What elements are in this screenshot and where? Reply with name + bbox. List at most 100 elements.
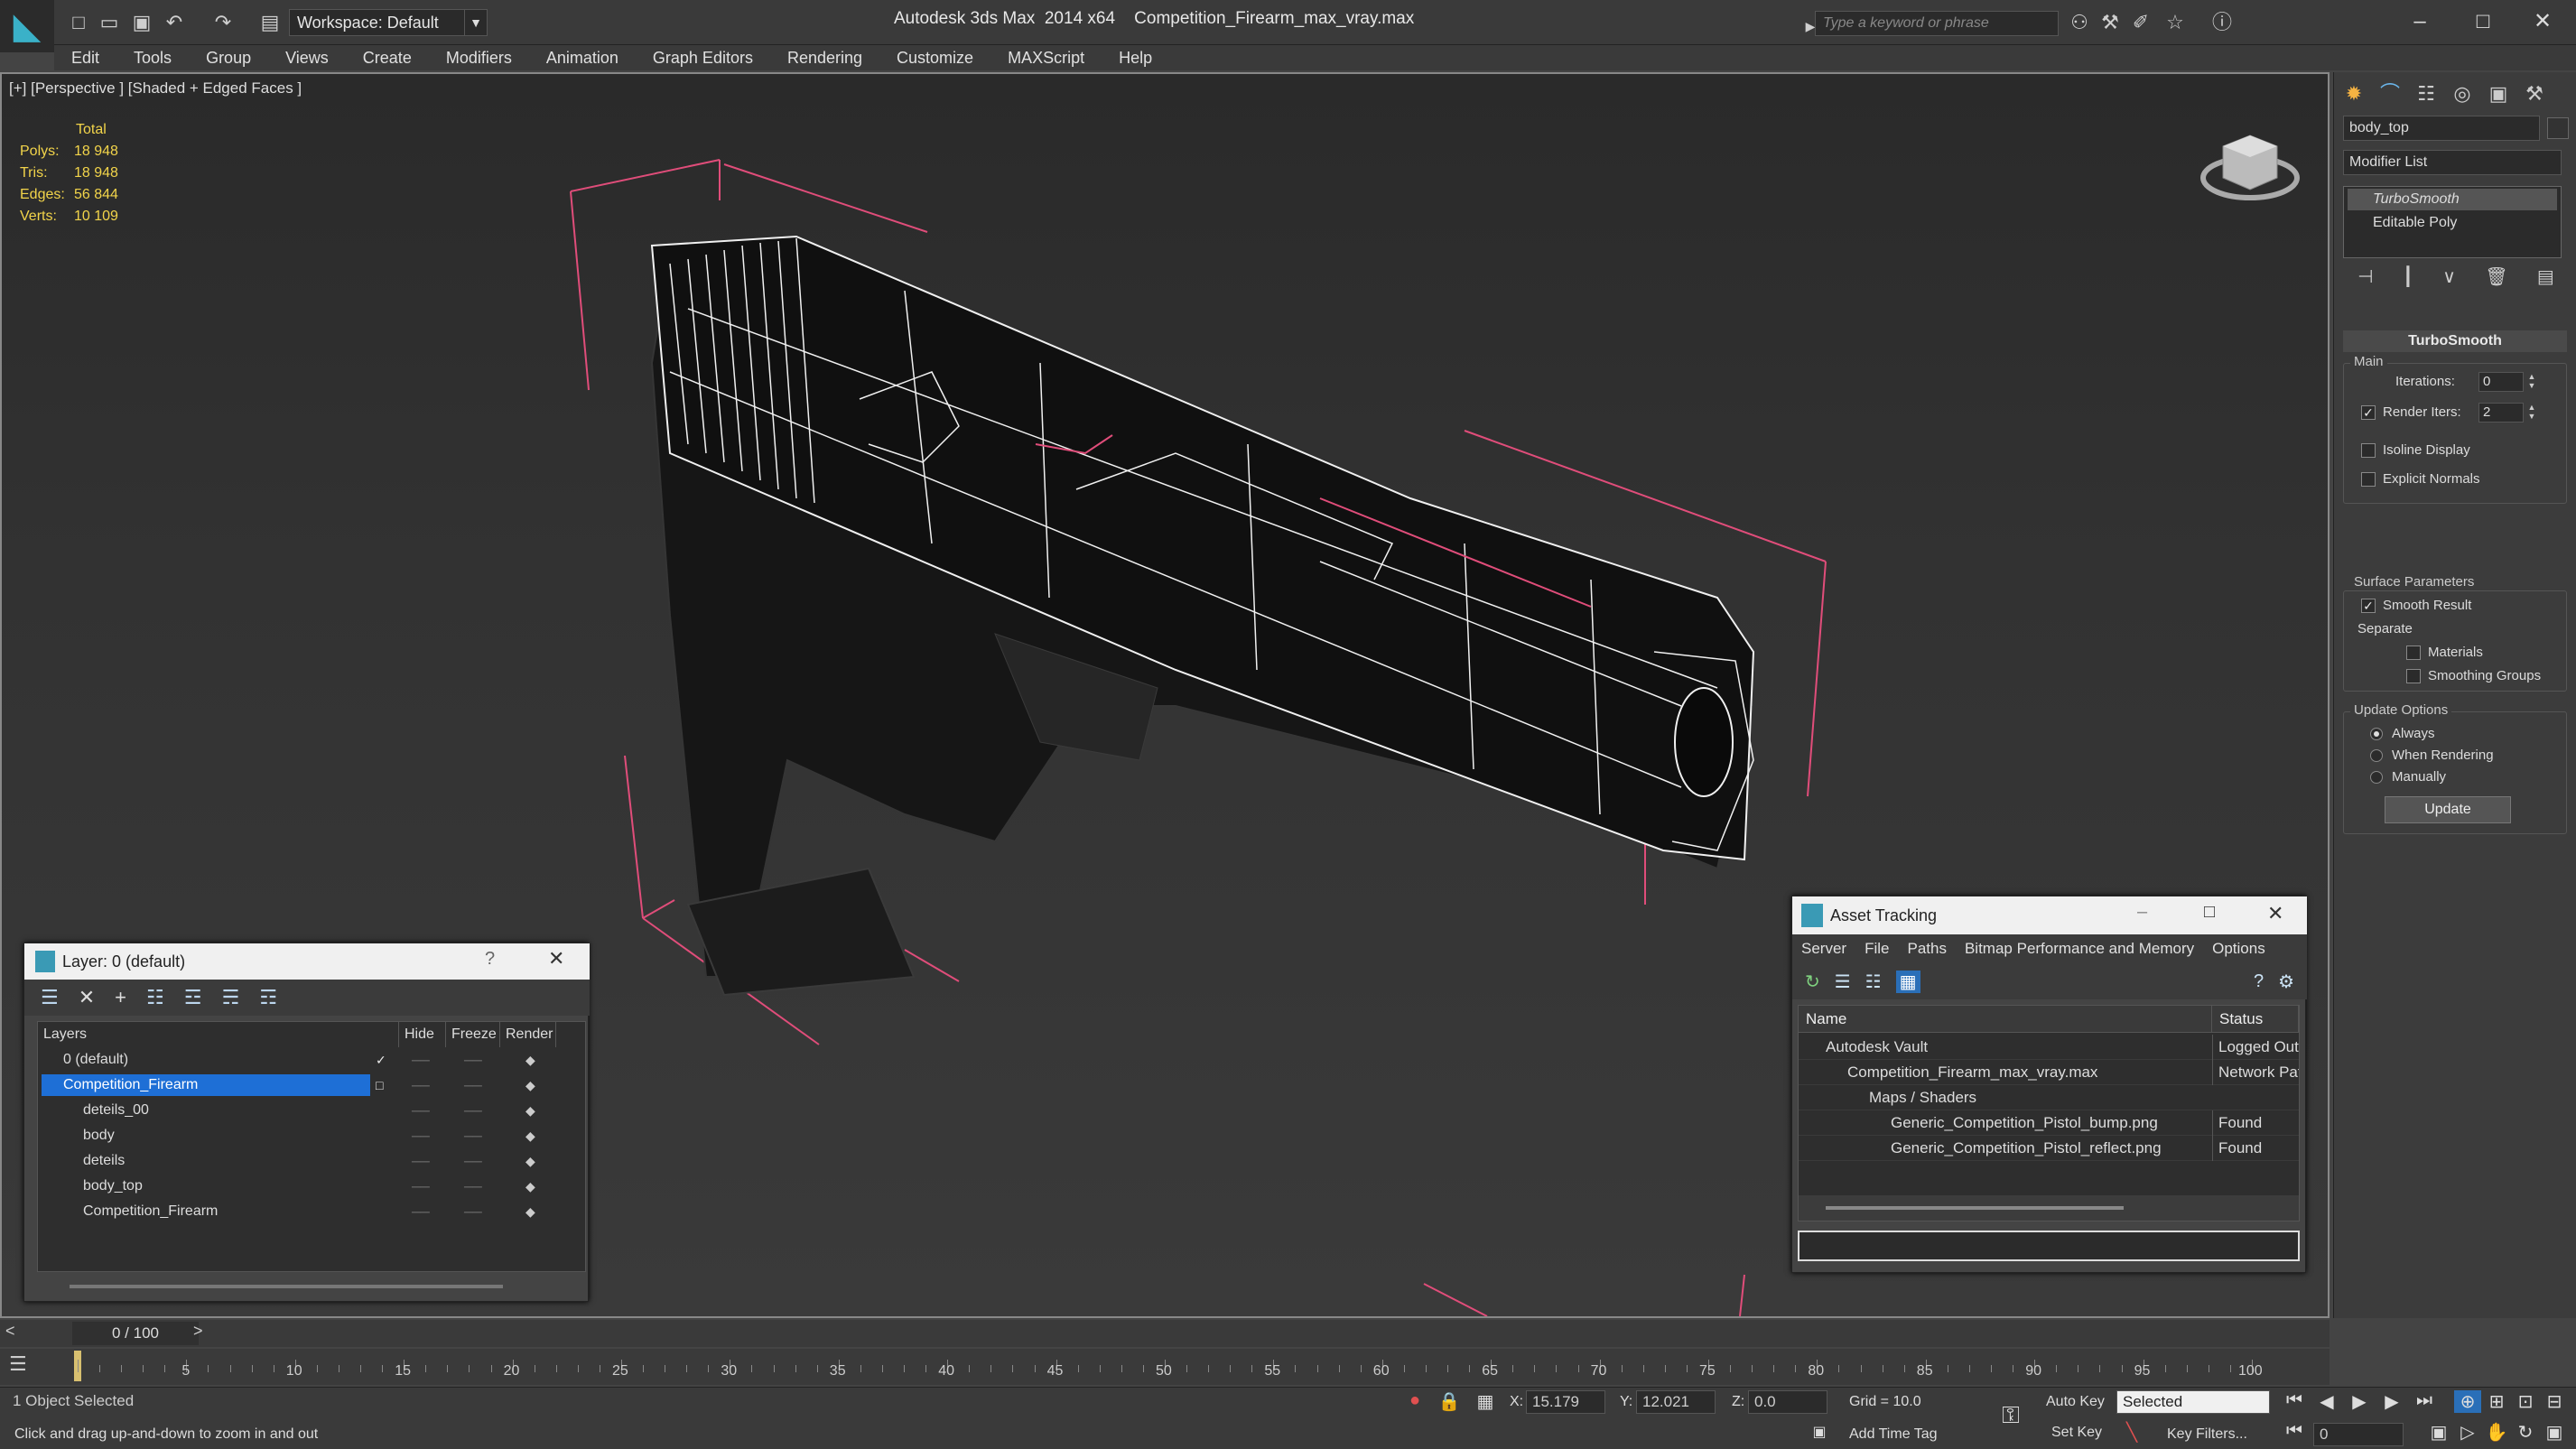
smoothing-groups-option[interactable]: Smoothing Groups <box>2406 668 2541 683</box>
next-frame-icon[interactable]: > <box>193 1322 203 1341</box>
when-rendering-radio[interactable] <box>2370 748 2383 762</box>
workspace-selector[interactable]: Workspace: Default <box>289 9 470 36</box>
menu-edit[interactable]: Edit <box>54 45 116 70</box>
current-frame-field[interactable]: 0 <box>2313 1423 2404 1446</box>
pin-stack-icon[interactable]: ⊣ <box>2357 265 2373 296</box>
render-icon[interactable]: ◆ <box>525 1123 535 1148</box>
key-mode-dropdown[interactable]: Selected <box>2116 1390 2270 1414</box>
close-icon[interactable]: ✕ <box>2516 5 2570 38</box>
render-icon[interactable]: ◆ <box>525 1047 535 1073</box>
time-tag-icon[interactable]: ▣ <box>1806 1423 1833 1441</box>
close-icon[interactable]: ✕ <box>2267 902 2283 925</box>
layer-row[interactable]: Competition_Firearm □ ── ── ◆ <box>38 1073 585 1098</box>
subscription-icon[interactable]: ⚒ <box>2097 9 2124 36</box>
explicit-normals-option[interactable]: Explicit Normals <box>2361 471 2480 487</box>
isoline-checkbox[interactable] <box>2361 442 2376 458</box>
manually-radio[interactable] <box>2370 770 2383 784</box>
utilities-tab-icon[interactable]: ⚒ <box>2518 78 2551 110</box>
stack-item-editable-poly[interactable]: Editable Poly <box>2348 212 2557 234</box>
asset-row[interactable]: Generic_Competition_Pistol_bump.png Found <box>1799 1110 2299 1136</box>
delete-layer-icon[interactable]: ✕ <box>79 986 95 1009</box>
col-hide[interactable]: Hide <box>399 1022 446 1047</box>
save-icon[interactable]: ▣ <box>128 9 155 36</box>
next-key-icon[interactable]: ▶ <box>2378 1390 2405 1413</box>
create-layer-icon[interactable]: ☰ <box>41 986 59 1009</box>
modifier-stack[interactable]: TurboSmooth Editable Poly <box>2343 186 2562 258</box>
hide-all-icon[interactable]: ☴ <box>222 986 240 1009</box>
menu-modifiers[interactable]: Modifiers <box>429 45 529 70</box>
smoothing-groups-checkbox[interactable] <box>2406 668 2421 683</box>
layer-scrollbar[interactable] <box>70 1285 503 1288</box>
undo-icon[interactable]: ↶ <box>161 9 188 36</box>
col-status[interactable]: Status <box>2212 1006 2299 1033</box>
z-coordinate-field[interactable]: 0.0 <box>1748 1390 1827 1414</box>
menu-animation[interactable]: Animation <box>529 45 636 70</box>
render-iters-spinner[interactable]: ▲ ▼ <box>2525 403 2538 423</box>
zoom-all-icon[interactable]: ⊞ <box>2483 1390 2510 1413</box>
absolute-mode-icon[interactable]: ▦ <box>1472 1390 1499 1413</box>
when-rendering-option[interactable]: When Rendering <box>2370 748 2494 763</box>
current-layer-check-icon[interactable]: ✓ <box>376 1047 386 1073</box>
motion-tab-icon[interactable]: ◎ <box>2446 78 2478 110</box>
time-slider-track[interactable] <box>0 1320 2330 1347</box>
y-coordinate-field[interactable]: 12.021 <box>1636 1390 1716 1414</box>
refresh-icon[interactable]: ↻ <box>1805 971 1820 993</box>
col-render[interactable]: Render <box>500 1022 556 1047</box>
maximize-icon[interactable]: □ <box>2456 5 2510 38</box>
asset-menu-paths[interactable]: Paths <box>1907 940 1946 958</box>
open-file-icon[interactable]: ▭ <box>96 9 123 36</box>
smooth-result-checkbox[interactable]: ✓ <box>2361 598 2376 613</box>
previous-frame-icon[interactable]: < <box>5 1322 15 1341</box>
always-option[interactable]: Always <box>2370 726 2435 741</box>
object-color-swatch[interactable] <box>2547 117 2569 139</box>
current-layer-box-icon[interactable]: □ <box>376 1073 383 1098</box>
add-time-tag[interactable]: Add Time Tag <box>1849 1426 1938 1443</box>
zoom-extents-all-icon[interactable]: ⊟ <box>2541 1390 2568 1413</box>
menu-customize[interactable]: Customize <box>879 45 990 70</box>
remove-modifier-icon[interactable]: 🗑 <box>2485 265 2507 296</box>
orbit-icon[interactable]: ↻ <box>2512 1421 2539 1444</box>
explicit-normals-checkbox[interactable] <box>2361 471 2376 487</box>
play-icon[interactable]: ▶ <box>2346 1390 2373 1413</box>
mini-curve-editor-icon[interactable]: ☰ <box>9 1352 49 1379</box>
minimize-icon[interactable]: – <box>2137 902 2147 923</box>
create-tab-icon[interactable]: ✹ <box>2338 78 2370 110</box>
select-objects-icon[interactable]: ☷ <box>146 986 164 1009</box>
isolate-selection-icon[interactable]: ● <box>1401 1390 1428 1411</box>
asset-row[interactable]: Autodesk Vault Logged Out <box>1799 1035 2299 1060</box>
configure-sets-icon[interactable]: ▤ <box>2537 265 2554 296</box>
viewport-label[interactable]: [+] [Perspective ] [Shaded + Edged Faces… <box>9 79 302 98</box>
chevron-down-icon[interactable]: ▼ <box>464 9 488 36</box>
new-file-icon[interactable]: □ <box>65 9 92 36</box>
set-key-button[interactable]: Set Key <box>2051 1425 2102 1441</box>
render-icon[interactable]: ◆ <box>525 1073 535 1098</box>
render-iters-option[interactable]: ✓ Render Iters: <box>2361 404 2461 420</box>
project-folder-icon[interactable]: ▤ <box>256 9 284 36</box>
menu-maxscript[interactable]: MAXScript <box>990 45 1102 70</box>
set-key-icon[interactable]: ⚿ <box>1997 1401 2024 1430</box>
render-icon[interactable]: ◆ <box>525 1148 535 1174</box>
go-to-start-icon[interactable]: ⏮ <box>2281 1390 2308 1411</box>
list-view-icon[interactable]: ☰ <box>1835 971 1851 993</box>
layer-row[interactable]: detеils_00 ── ── ◆ <box>38 1098 585 1123</box>
key-filters-button[interactable]: Key Filters... <box>2167 1426 2247 1443</box>
highlight-layer-icon[interactable]: ☲ <box>184 986 202 1009</box>
render-icon[interactable]: ◆ <box>525 1174 535 1199</box>
maximize-viewport-icon[interactable]: ▣ <box>2541 1421 2568 1444</box>
hierarchy-tab-icon[interactable]: ☷ <box>2410 78 2442 110</box>
asset-menu-file[interactable]: File <box>1865 940 1889 958</box>
maximize-icon[interactable]: □ <box>2204 902 2215 923</box>
iterations-spinner[interactable]: ▲ ▼ <box>2525 372 2538 392</box>
communication-icon[interactable]: ✐ <box>2127 9 2154 36</box>
layer-list[interactable]: Layers Hide Freeze Render 0 (default) ✓ … <box>37 1021 586 1272</box>
field-of-view-icon[interactable]: ▷ <box>2454 1421 2481 1444</box>
render-iters-input[interactable]: 2 <box>2478 403 2524 423</box>
display-tab-icon[interactable]: ▣ <box>2482 78 2515 110</box>
x-coordinate-field[interactable]: 15.179 <box>1526 1390 1605 1414</box>
search-input[interactable]: Type a keyword or phrase <box>1815 11 2059 36</box>
isoline-display-option[interactable]: Isoline Display <box>2361 442 2470 458</box>
add-to-layer-icon[interactable]: + <box>115 986 126 1009</box>
menu-rendering[interactable]: Rendering <box>770 45 879 70</box>
modify-tab-icon[interactable]: ⌒ <box>2374 78 2406 110</box>
asset-row[interactable]: Maps / Shaders <box>1799 1085 2299 1110</box>
